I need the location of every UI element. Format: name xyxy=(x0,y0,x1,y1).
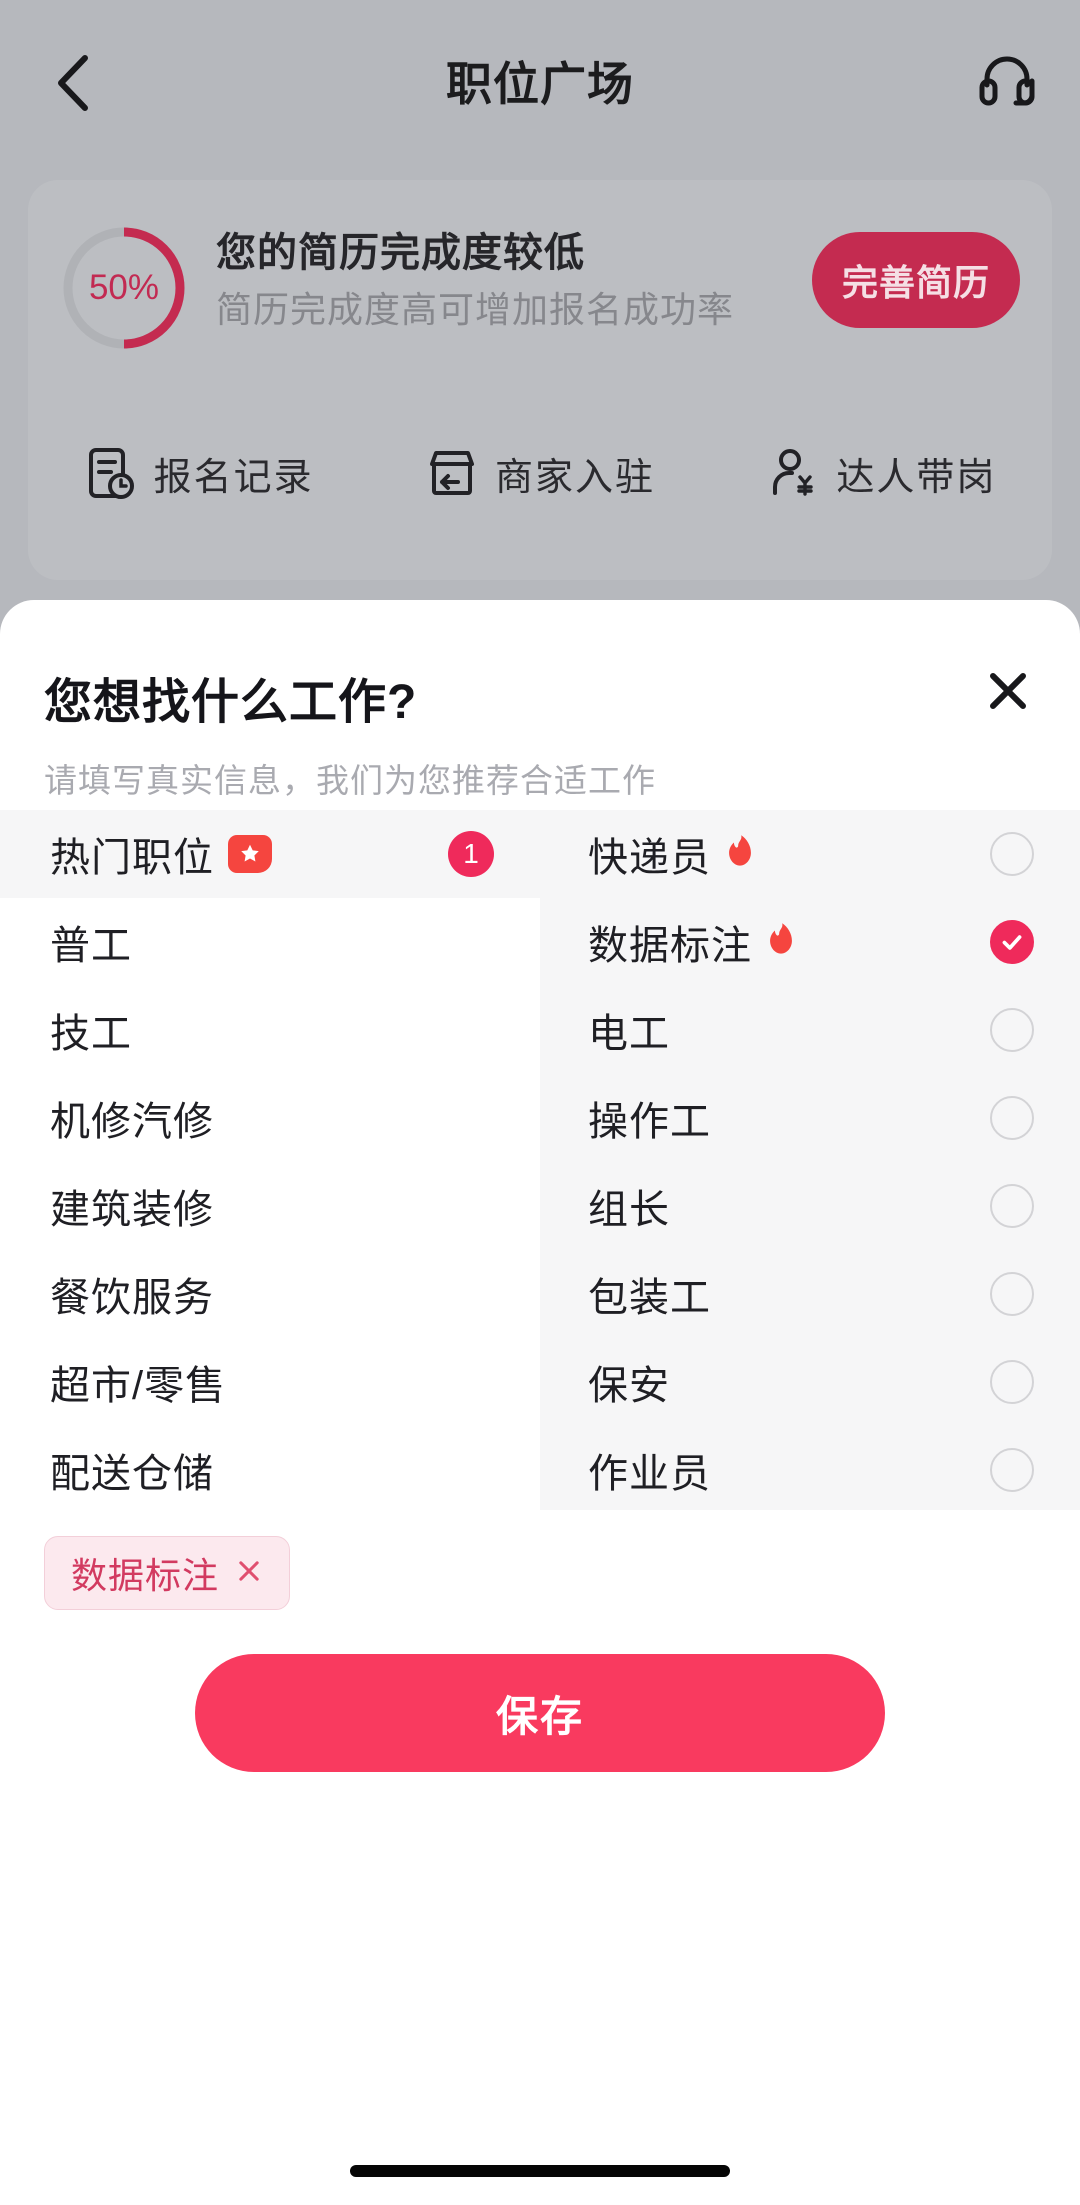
shortcut-application-records[interactable]: 报名记录 xyxy=(28,446,369,501)
resume-card-title: 您的简历完成度较低 xyxy=(216,231,585,275)
flame-icon xyxy=(766,922,796,962)
resume-card-subtitle: 简历完成度高可增加报名成功率 xyxy=(216,289,735,330)
sheet-title: 您想找什么工作? xyxy=(44,676,418,729)
category-label: 热门职位 xyxy=(50,836,214,880)
close-button[interactable] xyxy=(978,662,1038,722)
shortcut-merchant-entry[interactable]: 商家入驻 xyxy=(369,446,710,501)
background-page: 职位广场 50% 您的简历完成度较低 简历完成度高可增加报名成功率 完善简历 报… xyxy=(0,0,1080,620)
close-icon xyxy=(985,668,1031,717)
job-label: 保安 xyxy=(588,1364,670,1408)
job-label: 作业员 xyxy=(588,1452,711,1496)
job-list[interactable]: 快递员数据标注电工操作工组长包装工保安作业员 xyxy=(540,810,1080,1510)
page-title: 职位广场 xyxy=(446,58,634,110)
job-row[interactable]: 作业员 xyxy=(540,1426,1080,1514)
category-row[interactable]: 热门职位 1 xyxy=(0,810,540,898)
category-label: 机修汽修 xyxy=(50,1100,214,1144)
home-indicator xyxy=(350,2165,730,2177)
category-row[interactable]: 配送仓储 xyxy=(0,1426,540,1514)
job-row[interactable]: 保安 xyxy=(540,1338,1080,1426)
resume-progress-value: 50% xyxy=(88,268,160,307)
category-row[interactable]: 技工 xyxy=(0,986,540,1074)
headset-icon xyxy=(977,49,1037,114)
category-label: 超市/零售 xyxy=(50,1364,227,1408)
sheet-header: 您想找什么工作? 请填写真实信息，我们为您推荐合适工作 xyxy=(0,600,1080,810)
category-label: 配送仓储 xyxy=(50,1452,214,1496)
category-label: 建筑装修 xyxy=(50,1188,214,1232)
shortcut-label: 报名记录 xyxy=(153,456,314,499)
category-row[interactable]: 普工 xyxy=(0,898,540,986)
job-label: 电工 xyxy=(588,1012,670,1056)
selected-tags: 数据标注 xyxy=(0,1510,1080,1610)
improve-resume-button[interactable]: 完善简历 xyxy=(812,232,1020,328)
save-row: 保存 xyxy=(0,1610,1080,1772)
resume-card-top: 50% 您的简历完成度较低 简历完成度高可增加报名成功率 完善简历 xyxy=(28,180,1052,390)
job-row[interactable]: 数据标注 xyxy=(540,898,1080,986)
category-label: 技工 xyxy=(50,1012,132,1056)
save-button[interactable]: 保存 xyxy=(195,1654,885,1772)
sheet-subtitle: 请填写真实信息，我们为您推荐合适工作 xyxy=(44,762,656,799)
category-row[interactable]: 机修汽修 xyxy=(0,1074,540,1162)
job-row[interactable]: 组长 xyxy=(540,1162,1080,1250)
category-list[interactable]: 热门职位 1 普工技工机修汽修建筑装修餐饮服务超市/零售配送仓储 xyxy=(0,810,540,1510)
customer-service-button[interactable] xyxy=(974,48,1040,114)
shortcut-row: 报名记录 商家入驻 达人带岗 xyxy=(28,408,1052,538)
resume-completion-card: 50% 您的简历完成度较低 简历完成度高可增加报名成功率 完善简历 报名记录 商… xyxy=(28,180,1052,580)
category-job-picker: 热门职位 1 普工技工机修汽修建筑装修餐饮服务超市/零售配送仓储 快递员数据标注电工… xyxy=(0,810,1080,1510)
category-row[interactable]: 超市/零售 xyxy=(0,1338,540,1426)
selected-tag-label: 数据标注 xyxy=(71,1555,220,1596)
resume-progress-ring: 50% xyxy=(58,222,190,354)
flame-icon xyxy=(725,834,755,874)
star-tag-icon xyxy=(228,835,272,873)
selected-tag-chip[interactable]: 数据标注 xyxy=(44,1536,291,1610)
document-clock-icon xyxy=(84,446,138,500)
category-label: 普工 xyxy=(50,924,132,968)
job-selection-sheet: 您想找什么工作? 请填写真实信息，我们为您推荐合适工作 热门职位 1 普工技工机修汽… xyxy=(0,600,1080,2205)
resume-text-block: 您的简历完成度较低 简历完成度高可增加报名成功率 xyxy=(216,226,734,335)
shop-enter-icon xyxy=(425,446,479,500)
job-row[interactable]: 包装工 xyxy=(540,1250,1080,1338)
job-row[interactable]: 操作工 xyxy=(540,1074,1080,1162)
job-checkbox-checked[interactable] xyxy=(990,920,1034,964)
job-checkbox[interactable] xyxy=(990,1184,1034,1228)
job-checkbox[interactable] xyxy=(990,1096,1034,1140)
job-checkbox[interactable] xyxy=(990,832,1034,876)
close-icon[interactable] xyxy=(235,1557,263,1590)
job-checkbox[interactable] xyxy=(990,1272,1034,1316)
category-label: 餐饮服务 xyxy=(50,1276,214,1320)
job-label: 操作工 xyxy=(588,1100,711,1144)
job-checkbox[interactable] xyxy=(990,1008,1034,1052)
job-label: 组长 xyxy=(588,1188,670,1232)
job-checkbox[interactable] xyxy=(990,1360,1034,1404)
shortcut-talent-referral[interactable]: 达人带岗 xyxy=(711,446,1052,501)
shortcut-label: 达人带岗 xyxy=(836,456,997,499)
job-row[interactable]: 电工 xyxy=(540,986,1080,1074)
category-badge: 1 xyxy=(448,831,494,877)
job-label: 数据标注 xyxy=(588,924,752,968)
app-root: 职位广场 50% 您的简历完成度较低 简历完成度高可增加报名成功率 完善简历 报… xyxy=(0,0,1080,2205)
shortcut-label: 商家入驻 xyxy=(494,456,655,499)
job-label: 快递员 xyxy=(588,836,711,880)
navigation-bar: 职位广场 xyxy=(0,0,1080,165)
job-checkbox[interactable] xyxy=(990,1448,1034,1492)
category-row[interactable]: 建筑装修 xyxy=(0,1162,540,1250)
job-label: 包装工 xyxy=(588,1276,711,1320)
job-row[interactable]: 快递员 xyxy=(540,810,1080,898)
category-row[interactable]: 餐饮服务 xyxy=(0,1250,540,1338)
person-yuan-icon xyxy=(766,446,820,500)
